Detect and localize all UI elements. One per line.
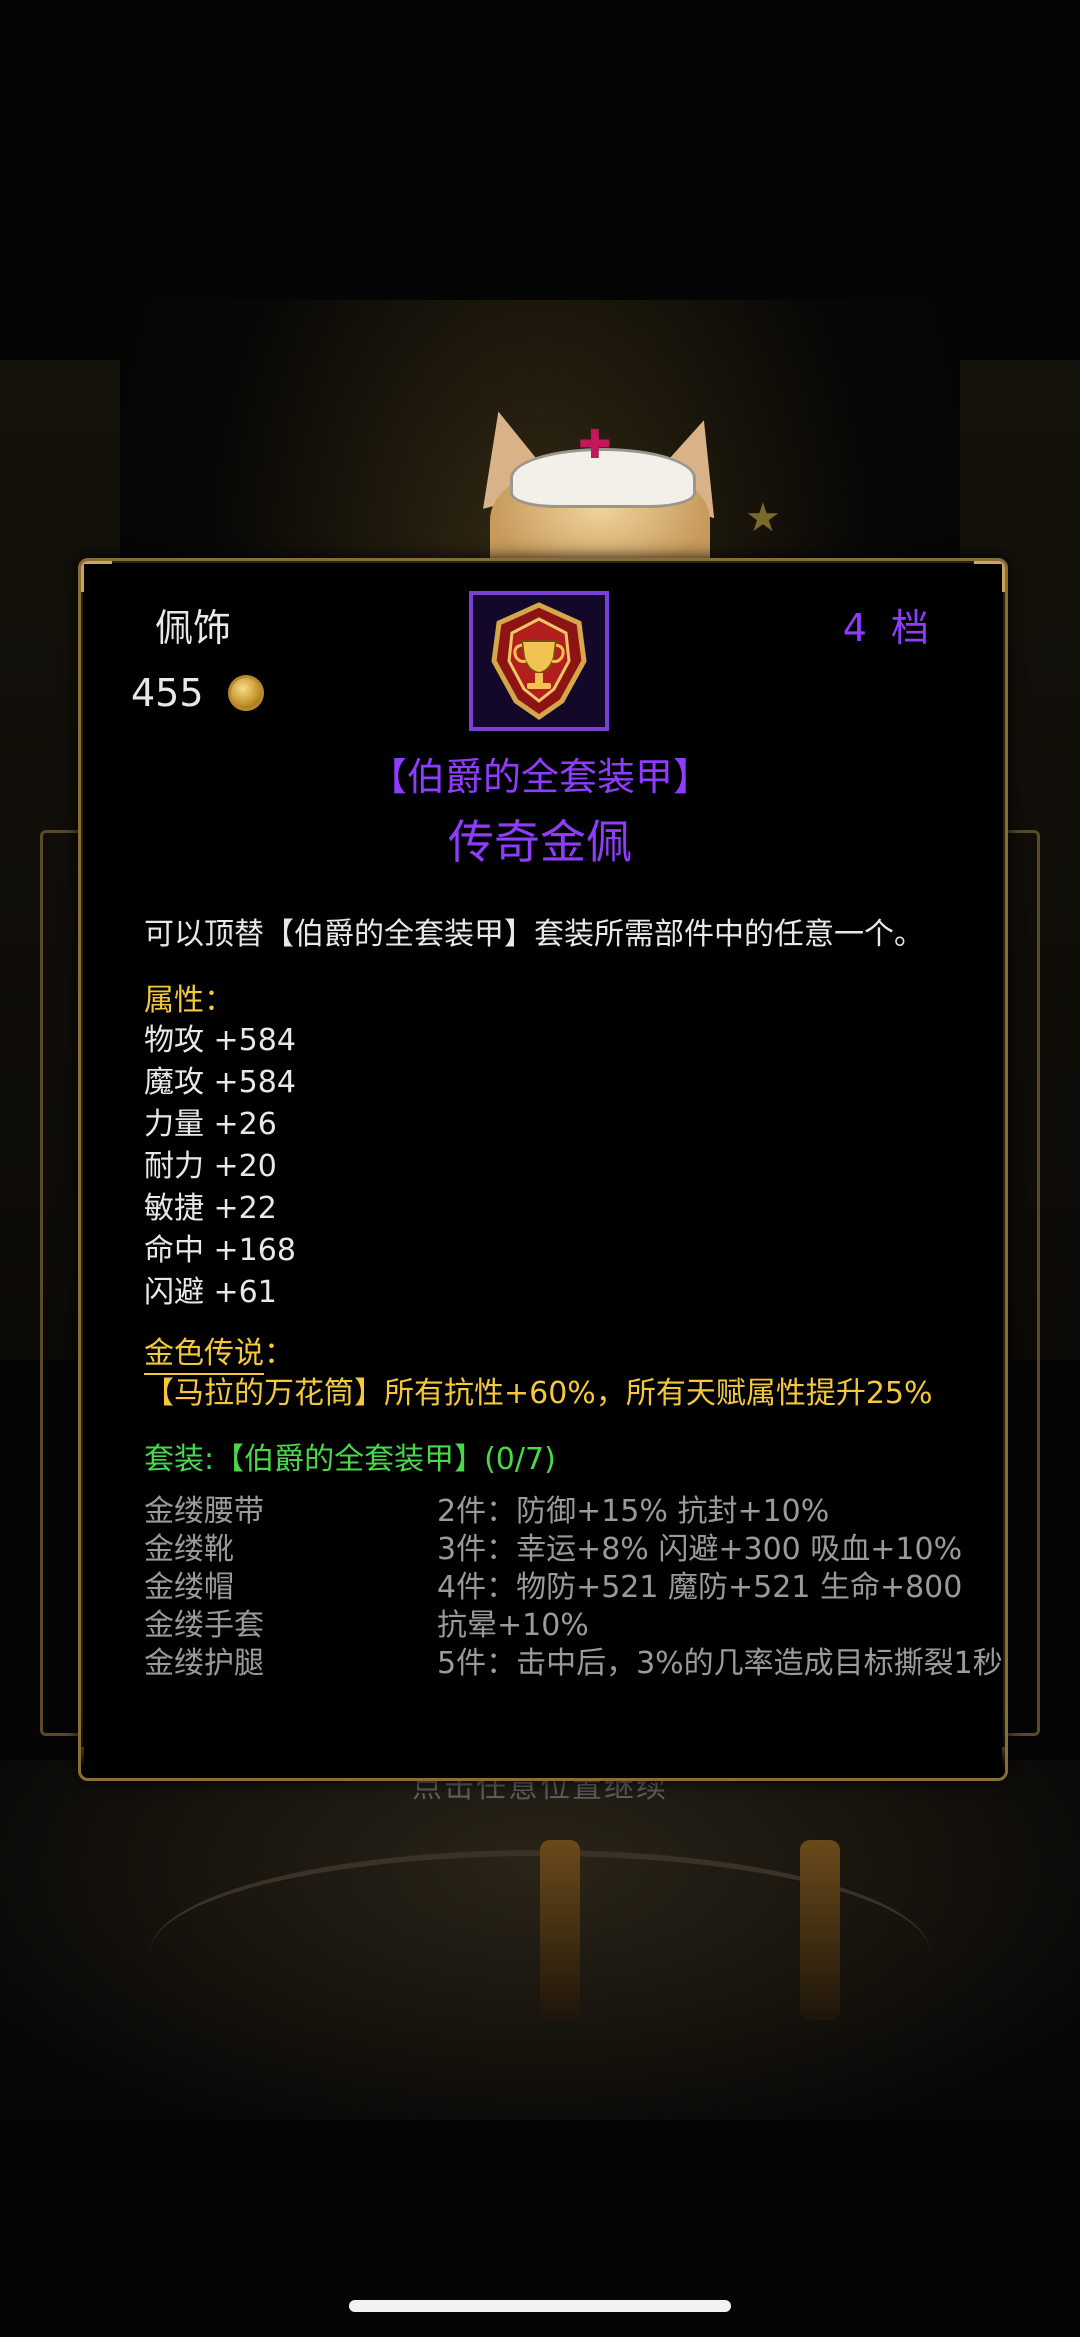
- set-piece: 金缕手套: [144, 1608, 264, 1643]
- legendary-section: 金色传说： 【马拉的万花筒】所有抗性+60%，所有天赋属性提升25%: [144, 1328, 944, 1413]
- item-details: 可以顶替【伯爵的全套装甲】套装所需部件中的任意一个。 属性： 物攻 +584 魔…: [144, 916, 1003, 1683]
- set-bonus: 2件：防御+15% 抗封+10%: [437, 1494, 830, 1529]
- attribute-line: 魔攻 +584: [144, 1065, 296, 1100]
- set-piece: 金缕靴: [144, 1532, 234, 1567]
- gold-coin-icon: [227, 675, 264, 711]
- set-bonus-list: 金缕腰带 2件：防御+15% 抗封+10% 金缕靴 3件：幸运+8% 闪避+30…: [144, 1493, 1003, 1683]
- set-bonus: 抗晕+10%: [437, 1608, 589, 1643]
- item-price: 455: [131, 671, 264, 715]
- item-tier: 4 档: [842, 606, 935, 650]
- set-piece: 金缕腰带: [144, 1494, 264, 1529]
- set-bonus: 5件：击中后，3%的几率造成目标撕裂1秒: [437, 1646, 1003, 1681]
- panel-corner-ornament: [974, 561, 1005, 592]
- legendary-colon: ：: [264, 1336, 294, 1371]
- item-set-title: 【伯爵的全套装甲】: [368, 755, 711, 799]
- set-header: 套装:【伯爵的全套装甲】(0/7): [144, 1442, 556, 1477]
- scroll-fade: [81, 1708, 1005, 1778]
- set-piece: 金缕护腿: [144, 1646, 264, 1681]
- item-slot-type: 佩饰: [155, 606, 232, 650]
- set-piece: 金缕帽: [144, 1570, 234, 1605]
- attribute-line: 物攻 +584: [144, 1023, 296, 1058]
- trophy-emblem-icon: [491, 602, 587, 721]
- legendary-effect: 【马拉的万花筒】所有抗性+60%，所有天赋属性提升25%: [144, 1376, 933, 1411]
- item-icon-frame: [469, 591, 609, 731]
- red-cross-icon: ✚: [578, 422, 612, 468]
- item-name: 传奇金佩: [448, 815, 632, 869]
- torch-left: [540, 1840, 580, 2020]
- attribute-line: 闪避 +61: [144, 1275, 277, 1310]
- torch-right: [800, 1840, 840, 2020]
- attribute-line: 力量 +26: [144, 1107, 277, 1142]
- set-bonus: 4件：物防+521 魔防+521 生命+800: [437, 1570, 963, 1605]
- star-icon: ★: [745, 495, 781, 541]
- legendary-header: 金色传说: [144, 1335, 264, 1375]
- background-frame-left: [40, 830, 83, 1736]
- item-detail-panel[interactable]: 佩饰 455 4 档 【伯爵的全套装甲】 传奇金佩 可以顶替【伯爵的全套装甲】套…: [78, 558, 1008, 1781]
- set-bonus: 3件：幸运+8% 闪避+300 吸血+10%: [437, 1532, 963, 1567]
- attribute-line: 命中 +168: [144, 1233, 296, 1268]
- price-value: 455: [131, 671, 204, 715]
- attributes-header: 属性：: [144, 983, 234, 1018]
- character-nurse-catgirl: ✚: [459, 401, 742, 580]
- panel-corner-ornament: [81, 561, 112, 592]
- attribute-line: 耐力 +20: [144, 1149, 277, 1184]
- item-description: 可以顶替【伯爵的全套装甲】套装所需部件中的任意一个。: [144, 917, 924, 952]
- home-indicator[interactable]: [349, 2300, 731, 2312]
- attribute-line: 敏捷 +22: [144, 1191, 277, 1226]
